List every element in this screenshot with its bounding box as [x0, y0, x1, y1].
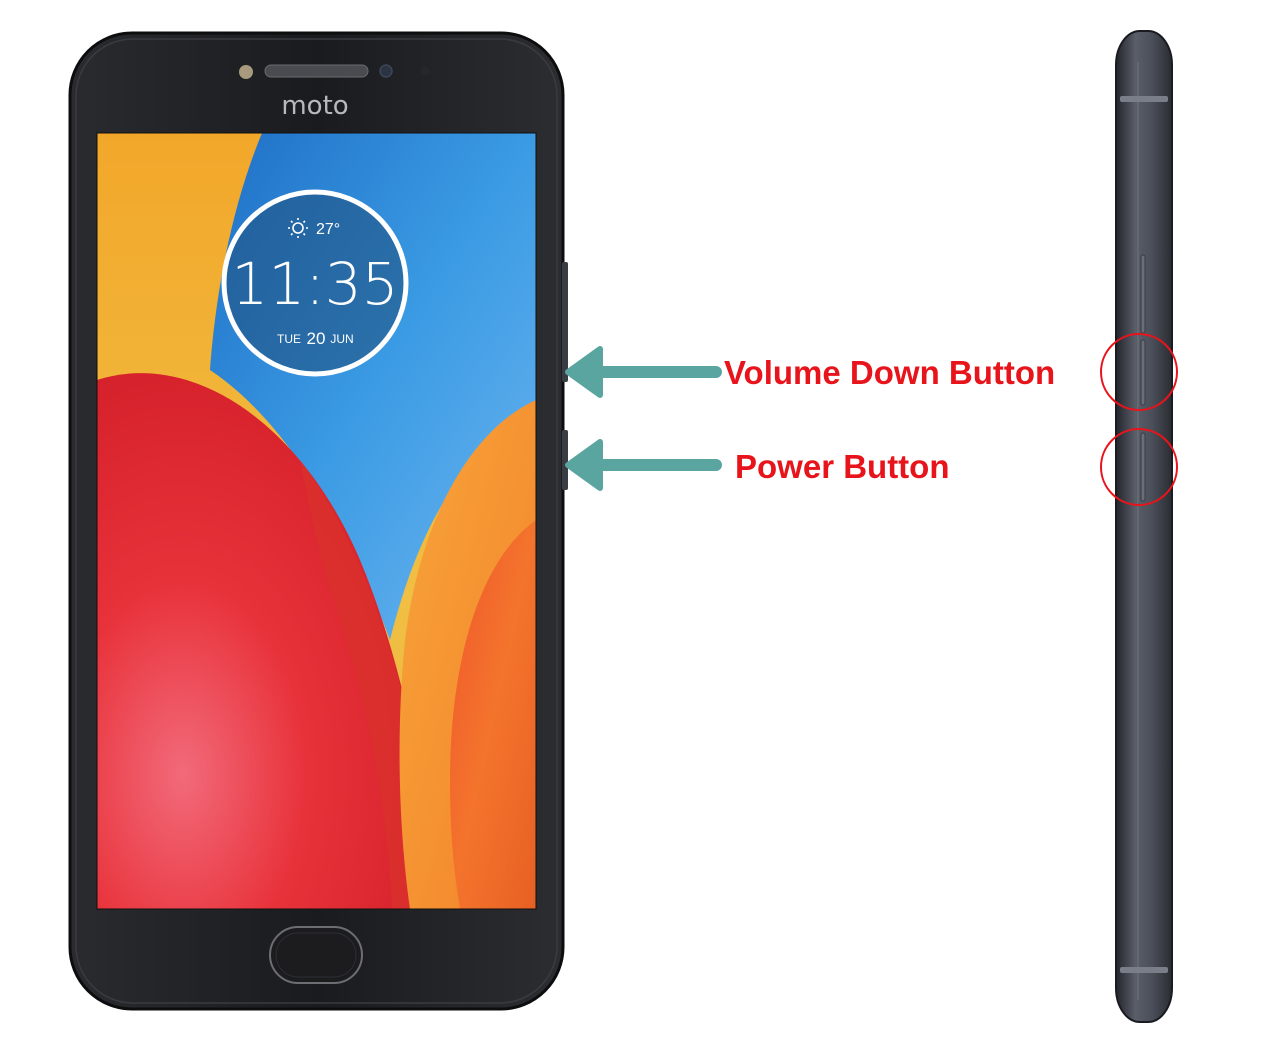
front-flash-icon	[239, 65, 253, 79]
proximity-sensor-icon	[420, 66, 430, 76]
volume-down-arrow	[565, 346, 722, 398]
illustration: 27° 11:35 TUE 20 JUN moto	[68, 30, 1178, 1023]
side-view-power-button	[1140, 432, 1146, 502]
side-top-accent	[1120, 96, 1168, 102]
clock-month-text: JUN	[330, 332, 353, 346]
home-button[interactable]	[269, 926, 363, 984]
clock-widget[interactable]: 27° 11:35 TUE 20 JUN	[221, 189, 409, 377]
power-arrow	[565, 439, 722, 491]
temperature-text: 27°	[316, 221, 340, 238]
side-bottom-accent	[1120, 967, 1168, 973]
side-volume-button	[562, 262, 568, 382]
side-power-button	[562, 430, 568, 490]
phone-side-view	[1115, 30, 1173, 1023]
phone-front: 27° 11:35 TUE 20 JUN moto	[68, 31, 568, 1011]
earpiece-speaker	[264, 64, 369, 78]
clock-date-text: 20	[307, 329, 326, 348]
side-view-body	[1115, 30, 1173, 1023]
side-view-volume-down	[1140, 339, 1146, 406]
side-view-volume-up	[1140, 254, 1146, 334]
clock-time-text: 11:35	[231, 250, 398, 318]
brand-logo: moto	[281, 91, 348, 121]
volume-down-label: Volume Down Button	[724, 354, 1056, 391]
clock-day-text: TUE	[277, 332, 301, 346]
power-button-label: Power Button	[735, 448, 950, 485]
front-camera-icon	[379, 64, 393, 78]
